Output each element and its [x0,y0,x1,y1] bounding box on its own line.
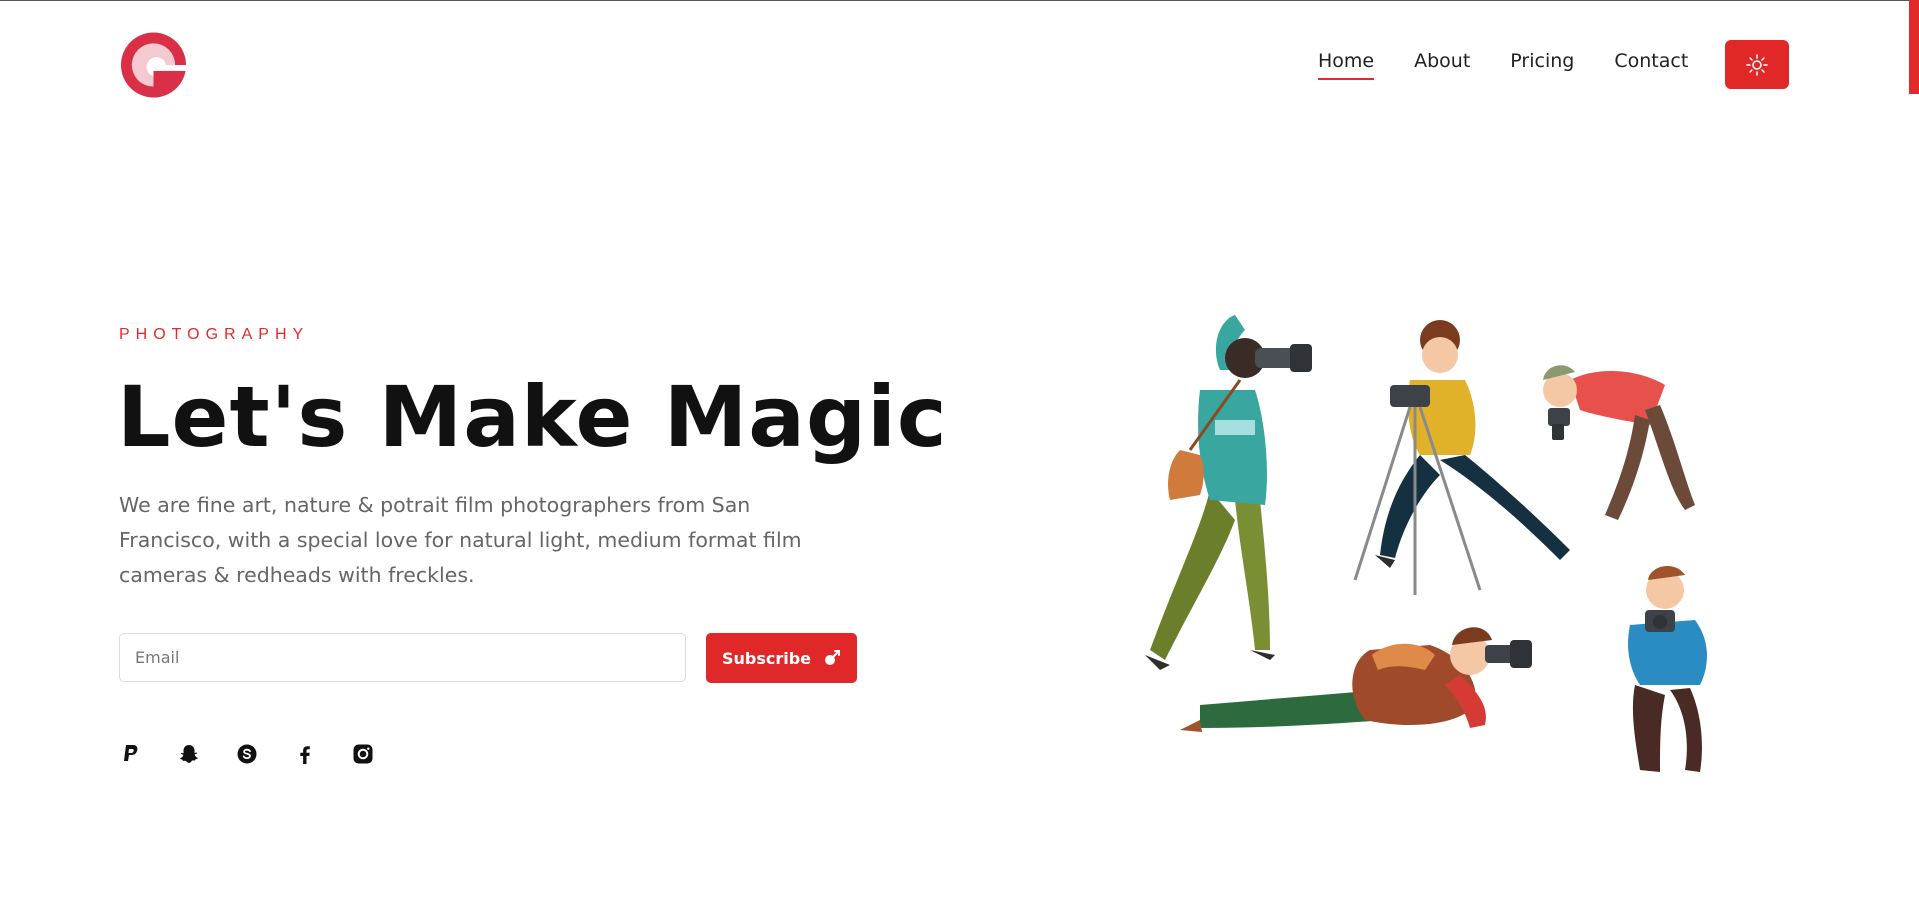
main-nav: Home About Pricing Contact [1318,50,1728,80]
photographer-bending-illustration [1543,365,1695,520]
instagram-icon[interactable] [351,742,375,766]
photographer-lying-illustration [1180,627,1532,732]
email-input[interactable] [119,633,686,682]
nav-contact[interactable]: Contact [1614,50,1688,76]
social-links [119,742,375,766]
nav-pricing[interactable]: Pricing [1510,50,1574,76]
photographers-illustration [1145,315,1707,772]
snapchat-icon[interactable] [177,742,201,766]
subscribe-label: Subscribe [721,648,812,668]
hero-title: Let's Make Magic [117,368,948,466]
facebook-icon[interactable] [293,742,317,766]
rocket-icon [825,650,841,665]
sun-icon [1746,53,1768,76]
photographer-standing-illustration [1145,315,1312,670]
scroll-progress-indicator [1909,0,1919,94]
hero-description: We are fine art, nature & potrait film p… [119,493,802,587]
nav-home[interactable]: Home [1318,50,1375,80]
photographer-kneeling-illustration [1628,565,1707,772]
brand-logo[interactable] [119,30,188,100]
nav-about[interactable]: About [1414,50,1470,76]
paypal-icon[interactable] [119,742,143,766]
top-border [0,0,1919,1]
subscribe-button[interactable]: Subscribe [706,633,857,683]
skype-icon[interactable] [235,742,259,766]
photographer-tripod-illustration [1353,320,1570,595]
theme-toggle-button[interactable] [1725,40,1789,89]
hero-eyebrow: PHOTOGRAPHY [119,326,310,343]
